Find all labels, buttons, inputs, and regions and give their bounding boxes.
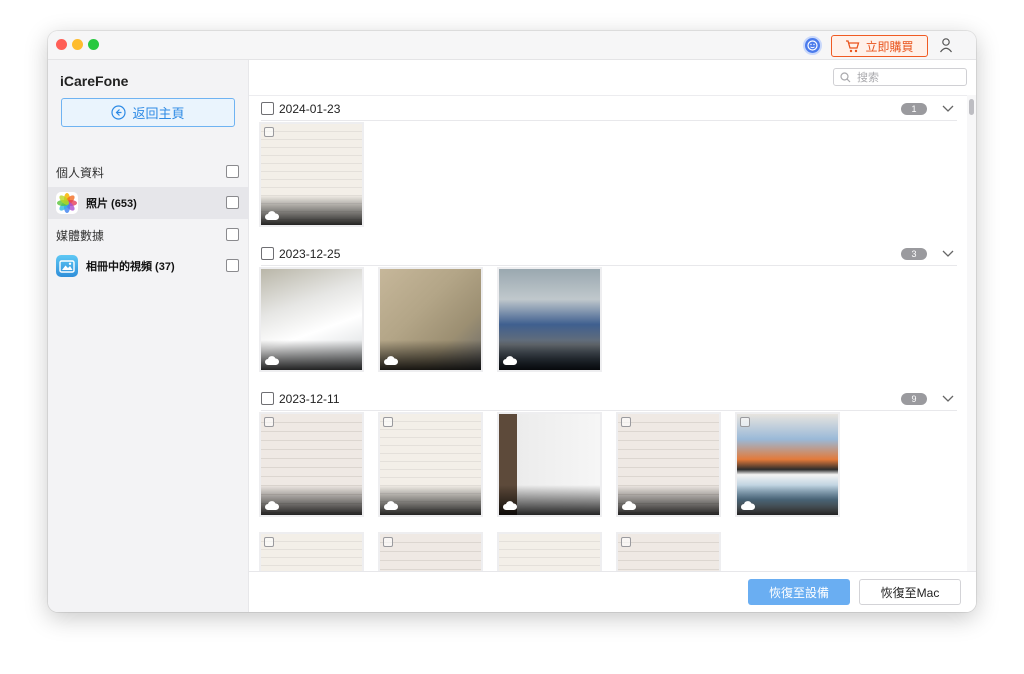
sidebar-item-label: 照片 (653) [86, 198, 137, 210]
action-bar: 恢復至設備 恢復至Mac [249, 571, 976, 612]
group-date: 2023-12-11 [279, 392, 340, 406]
sidebar: iCareFone 返回主頁 個人資料 照片 (653) 媒體數據 相冊中的視頻… [48, 60, 249, 612]
photo-thumbnail[interactable] [259, 532, 364, 571]
photo-thumbnail[interactable] [259, 267, 364, 372]
photo-checkbox[interactable] [383, 417, 393, 427]
sidebar-item-album-videos[interactable]: 相冊中的視頻 (37) [48, 250, 249, 282]
restore-to-mac-button[interactable]: 恢復至Mac [859, 579, 961, 605]
app-name: iCareFone [60, 73, 129, 89]
support-icon[interactable] [803, 36, 822, 55]
content-area: 搜索 2024-01-23 1 2023-12-25 3 2023-12-11 … [249, 60, 976, 612]
cloud-icon [741, 501, 755, 510]
buy-now-label: 立即購買 [865, 39, 914, 54]
cart-icon [846, 39, 860, 52]
app-window: 立即購買 iCareFone 返回主頁 個人資料 照片 (653) 媒體數據 相… [48, 31, 976, 612]
section-checkbox[interactable] [226, 228, 239, 241]
item-checkbox[interactable] [226, 196, 239, 209]
cloud-icon [503, 501, 517, 510]
search-placeholder: 搜索 [857, 72, 879, 84]
photo-checkbox[interactable] [621, 417, 631, 427]
group-checkbox[interactable] [261, 102, 274, 115]
date-group-header: 2023-12-25 3 [261, 242, 957, 266]
back-home-button[interactable]: 返回主頁 [61, 98, 235, 127]
photo-checkbox[interactable] [264, 537, 274, 547]
chevron-down-icon[interactable] [941, 246, 955, 260]
sidebar-item-label: 相冊中的視頻 (37) [86, 261, 175, 273]
back-home-label: 返回主頁 [132, 106, 185, 121]
cloud-icon [622, 501, 636, 510]
photo-image [261, 534, 362, 571]
minimize-window-button[interactable] [72, 39, 83, 50]
cloud-icon [265, 211, 279, 220]
cloud-icon [265, 356, 279, 365]
photo-checkbox[interactable] [621, 537, 631, 547]
photo-grid[interactable]: 2024-01-23 1 2023-12-25 3 2023-12-11 9 [249, 95, 976, 571]
sidebar-section-personal[interactable]: 個人資料 [48, 156, 249, 188]
date-group-header: 2023-12-11 9 [261, 387, 957, 411]
photo-thumbnail[interactable] [497, 267, 602, 372]
chevron-down-icon[interactable] [941, 101, 955, 115]
date-group-header: 2024-01-23 1 [261, 97, 957, 121]
photo-checkbox[interactable] [383, 537, 393, 547]
photo-thumbnail[interactable] [378, 412, 483, 517]
sidebar-section-label: 個人資料 [56, 165, 105, 180]
section-checkbox[interactable] [226, 165, 239, 178]
sidebar-section-media[interactable]: 媒體數據 [48, 219, 249, 251]
cloud-icon [265, 501, 279, 510]
group-count-badge: 1 [901, 103, 927, 115]
cloud-icon [384, 356, 398, 365]
buy-now-button[interactable]: 立即購買 [831, 35, 928, 57]
video-album-icon [56, 255, 78, 277]
photo-image [618, 534, 719, 571]
photo-thumbnail[interactable] [259, 412, 364, 517]
photo-thumbnail[interactable] [497, 412, 602, 517]
title-bar: 立即購買 [48, 31, 976, 60]
photo-checkbox[interactable] [740, 417, 750, 427]
photo-thumbnail[interactable] [735, 412, 840, 517]
restore-to-device-button[interactable]: 恢復至設備 [748, 579, 850, 605]
photo-thumbnail[interactable] [497, 532, 602, 571]
group-count-badge: 9 [901, 393, 927, 405]
photo-checkbox[interactable] [264, 417, 274, 427]
photo-thumbnail[interactable] [259, 122, 364, 227]
scrollbar-thumb[interactable] [969, 99, 974, 115]
scrollbar[interactable] [967, 95, 976, 571]
group-date: 2023-12-25 [279, 247, 341, 261]
close-window-button[interactable] [56, 39, 67, 50]
chevron-down-icon[interactable] [941, 391, 955, 405]
group-checkbox[interactable] [261, 392, 274, 405]
user-icon[interactable] [938, 37, 954, 53]
photo-checkbox[interactable] [264, 127, 274, 137]
sidebar-section-label: 媒體數據 [56, 228, 105, 243]
photo-thumbnail[interactable] [616, 532, 721, 571]
zoom-window-button[interactable] [88, 39, 99, 50]
sidebar-item-photos[interactable]: 照片 (653) [48, 187, 249, 219]
photo-thumbnail[interactable] [378, 532, 483, 571]
search-icon [840, 71, 851, 82]
back-arrow-icon [111, 105, 127, 120]
photo-thumbnail[interactable] [616, 412, 721, 517]
group-date: 2024-01-23 [279, 102, 341, 116]
search-input[interactable]: 搜索 [833, 68, 967, 86]
photos-app-icon [56, 192, 78, 214]
cloud-icon [503, 356, 517, 365]
group-count-badge: 3 [901, 248, 927, 260]
photo-image [499, 534, 600, 571]
photo-thumbnail[interactable] [378, 267, 483, 372]
item-checkbox[interactable] [226, 259, 239, 272]
group-checkbox[interactable] [261, 247, 274, 260]
cloud-icon [384, 501, 398, 510]
photo-image [380, 534, 481, 571]
